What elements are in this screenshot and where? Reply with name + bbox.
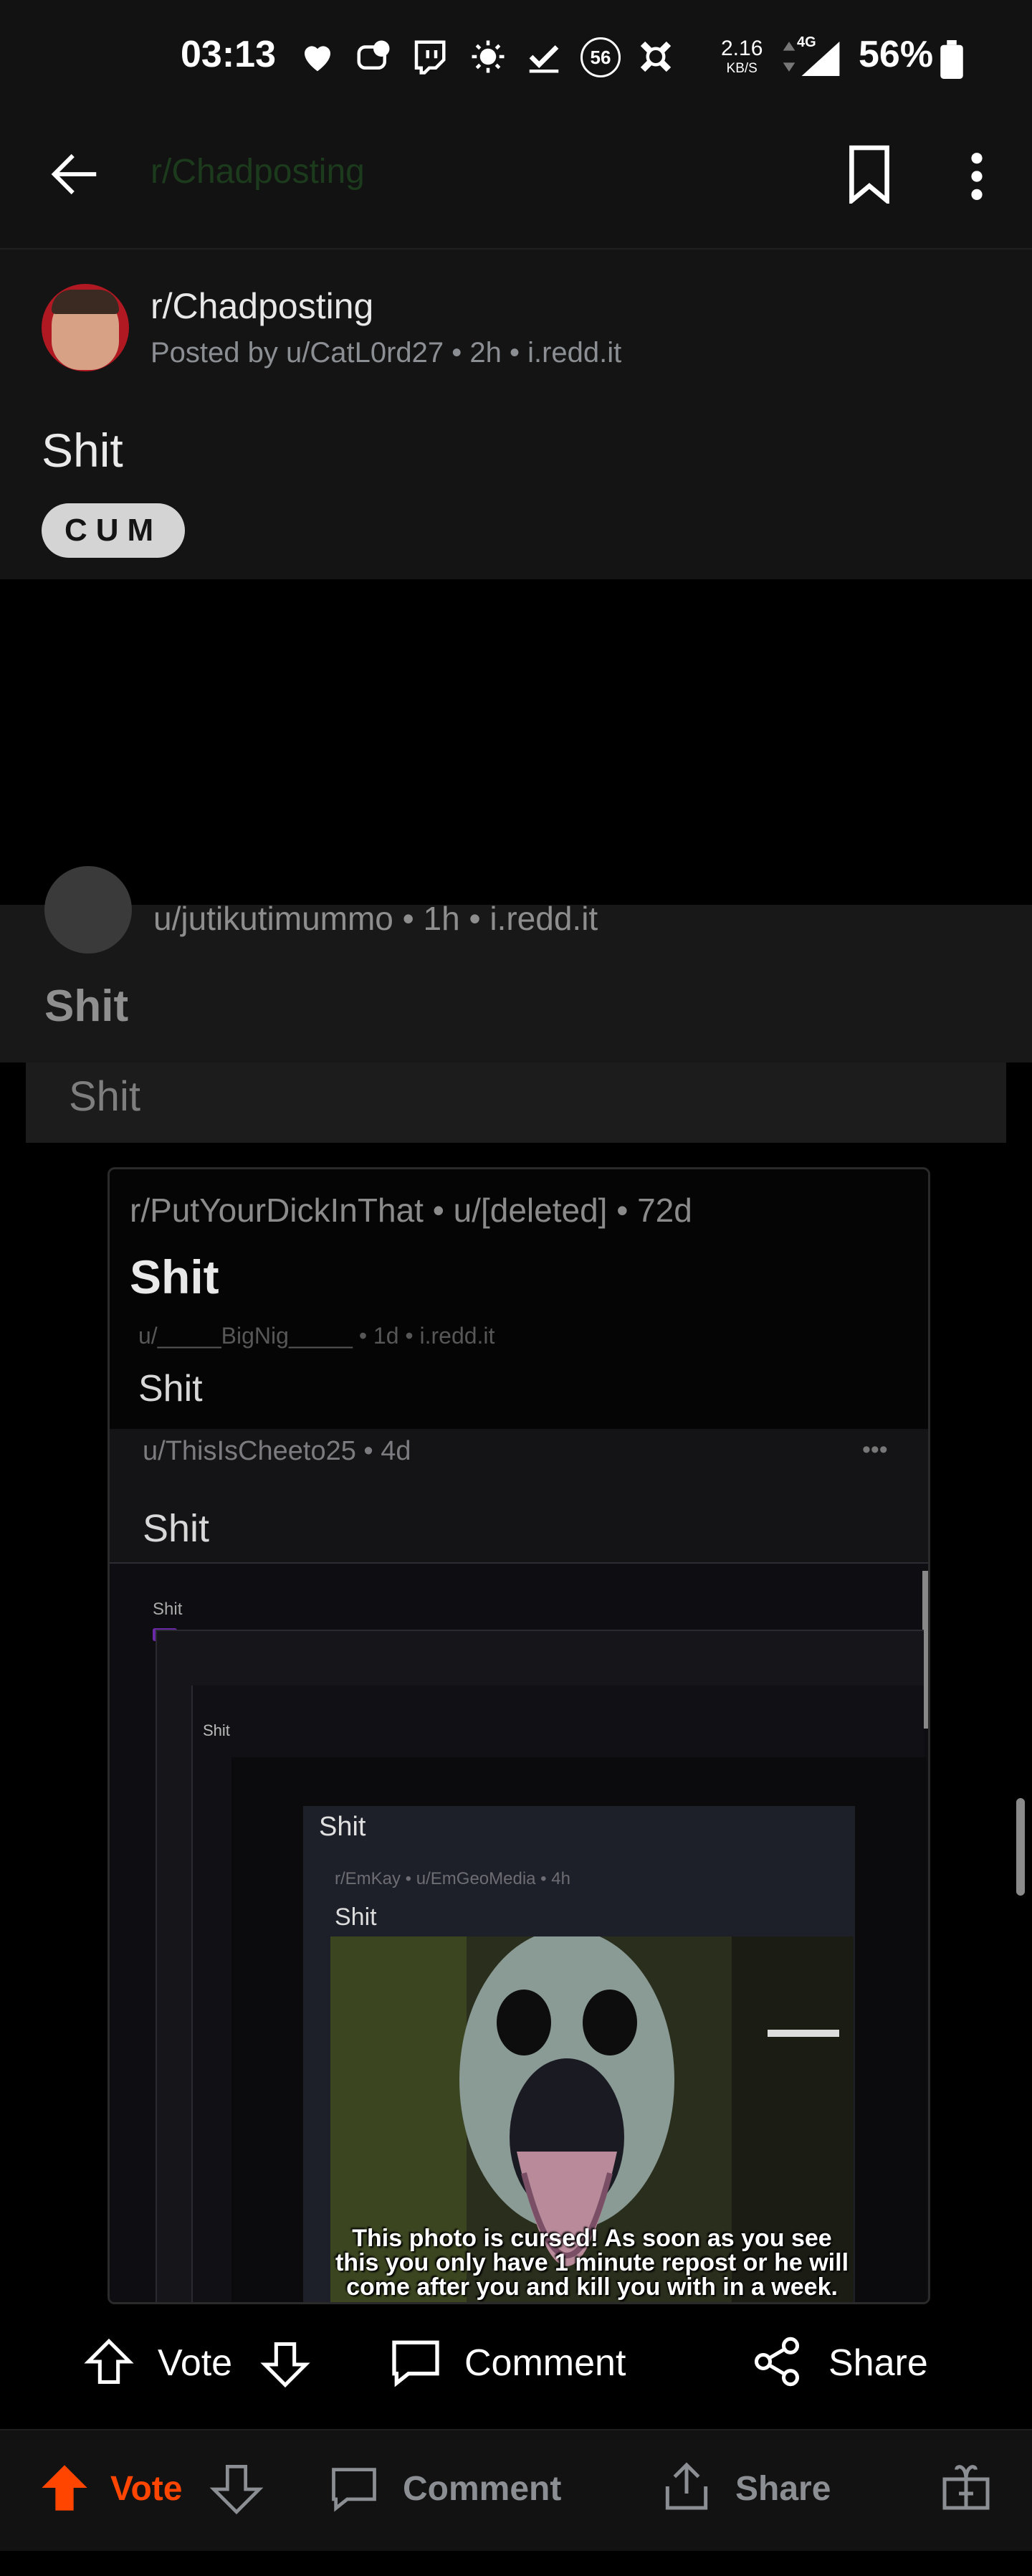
- image-comment-label: Comment: [464, 2342, 626, 2384]
- vote-label[interactable]: Vote: [110, 2469, 182, 2509]
- nested-7-meta: r/EmKay • u/EmGeoMedia • 4h: [335, 1869, 570, 1888]
- share-label[interactable]: Share: [735, 2469, 831, 2509]
- nested-title: Shit: [130, 1250, 219, 1303]
- status-time: 03:13: [181, 34, 276, 75]
- cursed-photo: This photo is cursed! As soon as you see…: [330, 1936, 854, 2302]
- signal-icon: [801, 42, 840, 76]
- task-check-icon: [529, 45, 559, 73]
- image-scrollbar-1: [1016, 1798, 1025, 1896]
- network-speed: 2.16 KB/S: [721, 37, 763, 77]
- heart-icon: [305, 46, 330, 72]
- image-post-meta: u/jutikutimummo • 1h • i.redd.it: [153, 900, 598, 937]
- battery-percent: 56%: [859, 34, 934, 75]
- subreddit-name[interactable]: r/Chadposting: [150, 285, 373, 327]
- post-title: Shit: [42, 424, 123, 477]
- cursed-caption: This photo is cursed! As soon as you see…: [335, 2225, 849, 2301]
- award-gift-icon[interactable]: [937, 2458, 995, 2515]
- bookmark-icon[interactable]: [846, 145, 893, 204]
- nested-sub-title: Shit: [138, 1368, 203, 1410]
- notification-count-badge: 56: [580, 37, 621, 77]
- post-image[interactable]: u/jutikutimummo • 1h • i.redd.it Shit Sh…: [0, 579, 1032, 2429]
- share-icon[interactable]: [658, 2456, 715, 2516]
- image-comment-icon: [392, 2340, 439, 2387]
- back-arrow-icon[interactable]: [47, 146, 103, 202]
- nested-7-title: Shit: [319, 1812, 366, 1842]
- nested-2-more-icon: •••: [862, 1436, 888, 1463]
- nested-sub-meta: u/_____BigNig_____ • 1d • i.redd.it: [138, 1323, 495, 1349]
- post-meta: Posted by u/CatL0rd27 • 2h • i.redd.it: [150, 337, 622, 369]
- nested-7-sub-title: Shit: [335, 1904, 377, 1931]
- chat-bubble-icon: [357, 40, 390, 70]
- upvote-icon[interactable]: [37, 2458, 92, 2518]
- nested-meta: r/PutYourDickInThat • u/[deleted] • 72d: [130, 1192, 692, 1229]
- nested-2-meta: u/ThisIsCheeto25 • 4d: [143, 1436, 411, 1466]
- system-nav-strip: [0, 2551, 1032, 2576]
- nested-screenshot: r/PutYourDickInThat • u/[deleted] • 72d …: [108, 1167, 930, 2304]
- data-arrows-icon: [783, 42, 796, 72]
- brightness-icon: [472, 40, 505, 73]
- post-flair[interactable]: CUM: [42, 503, 186, 558]
- image-downvote-icon: [260, 2342, 310, 2388]
- image-vote-label: Vote: [158, 2342, 233, 2384]
- image-action-bar: Vote Comment Share: [44, 2311, 1005, 2412]
- comment-label[interactable]: Comment: [403, 2469, 561, 2509]
- downvote-icon[interactable]: [209, 2459, 264, 2519]
- app-notification-icon: [640, 41, 672, 72]
- twitch-icon: [414, 40, 446, 75]
- image-post-box-title: Shit: [69, 1073, 140, 1120]
- battery-icon: [940, 40, 963, 79]
- nested-5-title: Shit: [203, 1721, 230, 1739]
- nested-2-title: Shit: [143, 1507, 210, 1550]
- image-upvote-icon: [84, 2338, 134, 2385]
- image-share-label: Share: [828, 2342, 928, 2384]
- header-subreddit-faded: r/Chadposting: [150, 153, 365, 191]
- subreddit-avatar[interactable]: [42, 284, 129, 371]
- more-options-icon[interactable]: [966, 149, 988, 204]
- image-avatar: [44, 866, 132, 954]
- image-share-icon: [754, 2337, 800, 2387]
- nested-3-title: Shit: [153, 1600, 183, 1619]
- image-post-box: [26, 1063, 1006, 1143]
- comment-icon[interactable]: [327, 2459, 381, 2516]
- image-post-title: Shit: [44, 982, 129, 1031]
